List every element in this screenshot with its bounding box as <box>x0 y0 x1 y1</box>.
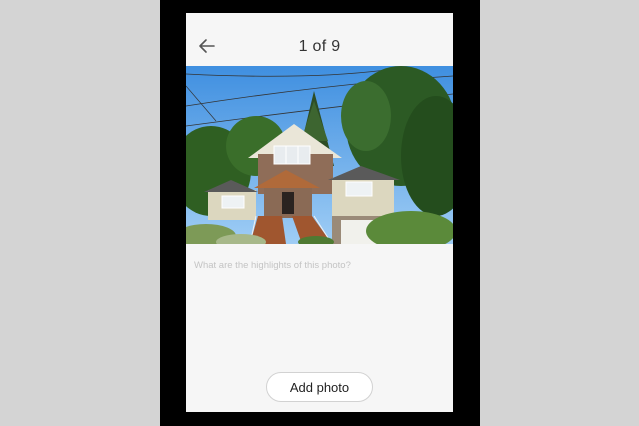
photo-counter: 1 of 9 <box>298 38 341 55</box>
add-photo-button[interactable]: Add photo <box>266 372 373 402</box>
photo-highlights-input[interactable] <box>194 255 444 275</box>
top-bar: 1 of 9 <box>186 13 453 66</box>
house-photo[interactable] <box>186 66 453 244</box>
phone-frame: 1 of 9 What are the highlights of this p… <box>160 0 480 426</box>
app-screen: 1 of 9 What are the highlights of this p… <box>186 13 453 412</box>
